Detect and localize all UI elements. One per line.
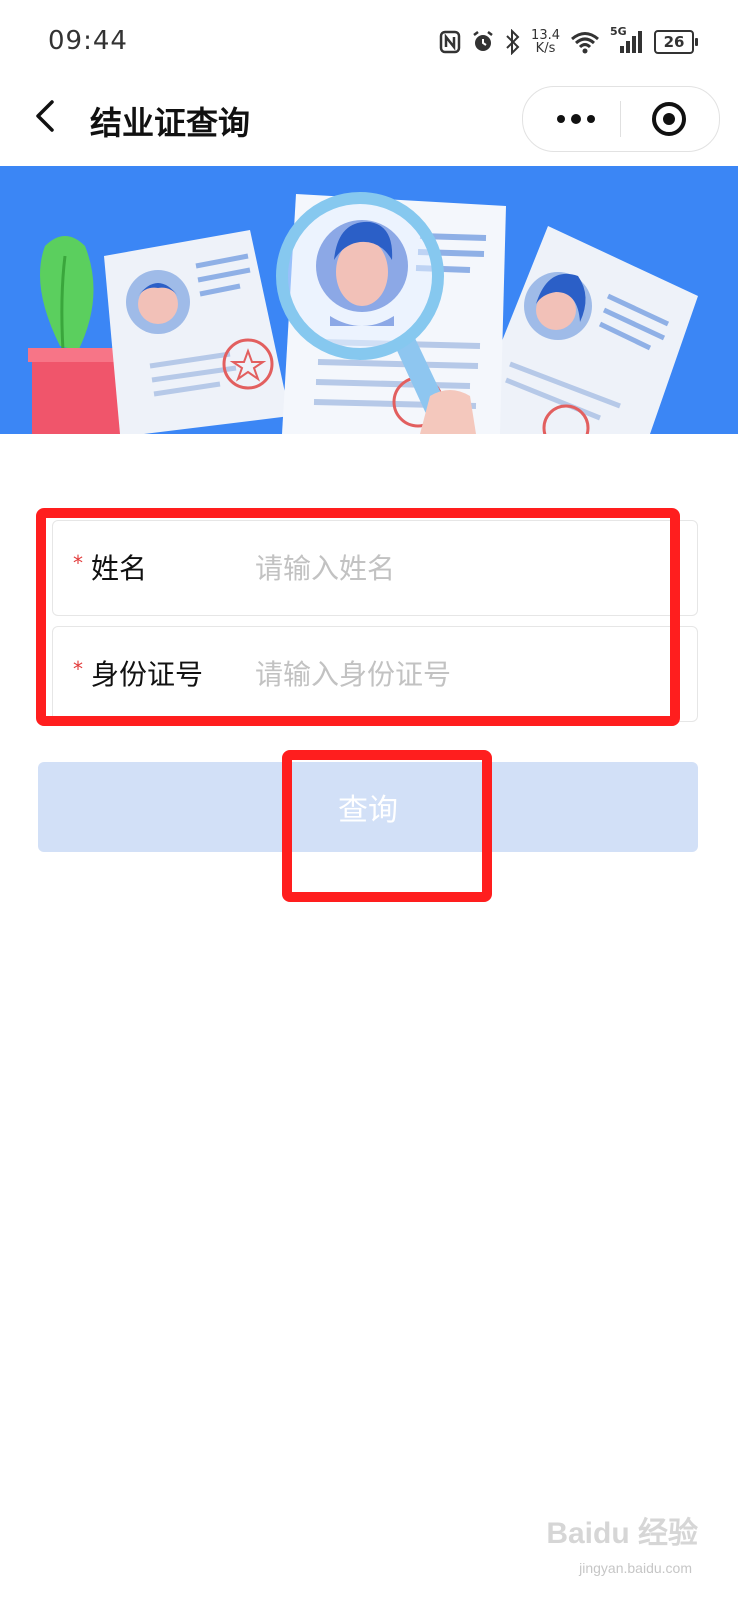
baidu-watermark: Baidu 经验 (546, 1517, 698, 1550)
more-dot (571, 114, 581, 124)
status-time: 09:44 (48, 26, 128, 56)
status-bar: 09:44 13.4 K/s 5G 26 (0, 0, 738, 84)
back-icon[interactable] (28, 96, 68, 136)
close-mini-program-icon[interactable] (649, 99, 689, 139)
page-title: 结业证查询 (90, 104, 251, 142)
cellular-signal: 5G (610, 25, 644, 55)
more-dot (557, 115, 565, 123)
wifi-icon (571, 32, 599, 54)
battery-icon: 26 (654, 30, 698, 54)
form-highlight-box (36, 508, 680, 726)
right-certificate-card (490, 226, 698, 434)
status-icons: 13.4 K/s 5G 26 (439, 25, 698, 58)
certificate-search-illustration (28, 192, 698, 434)
bluetooth-icon (506, 29, 520, 55)
more-button[interactable] (541, 95, 611, 143)
more-dot (587, 115, 595, 123)
mini-program-capsule (522, 86, 720, 152)
left-certificate-card (104, 230, 290, 434)
capsule-divider (620, 101, 621, 137)
alarm-icon (473, 31, 493, 51)
baidu-watermark-url: jingyan.baidu.com (579, 1560, 692, 1576)
banner-illustration (0, 166, 738, 434)
battery-level: 26 (663, 33, 685, 51)
nav-bar: 结业证查询 (0, 84, 738, 166)
signal-icon (620, 31, 642, 53)
network-speed: 13.4 K/s (531, 29, 560, 55)
nfc-icon (439, 30, 461, 54)
network-speed-unit: K/s (535, 41, 556, 56)
button-highlight-box (282, 750, 492, 902)
